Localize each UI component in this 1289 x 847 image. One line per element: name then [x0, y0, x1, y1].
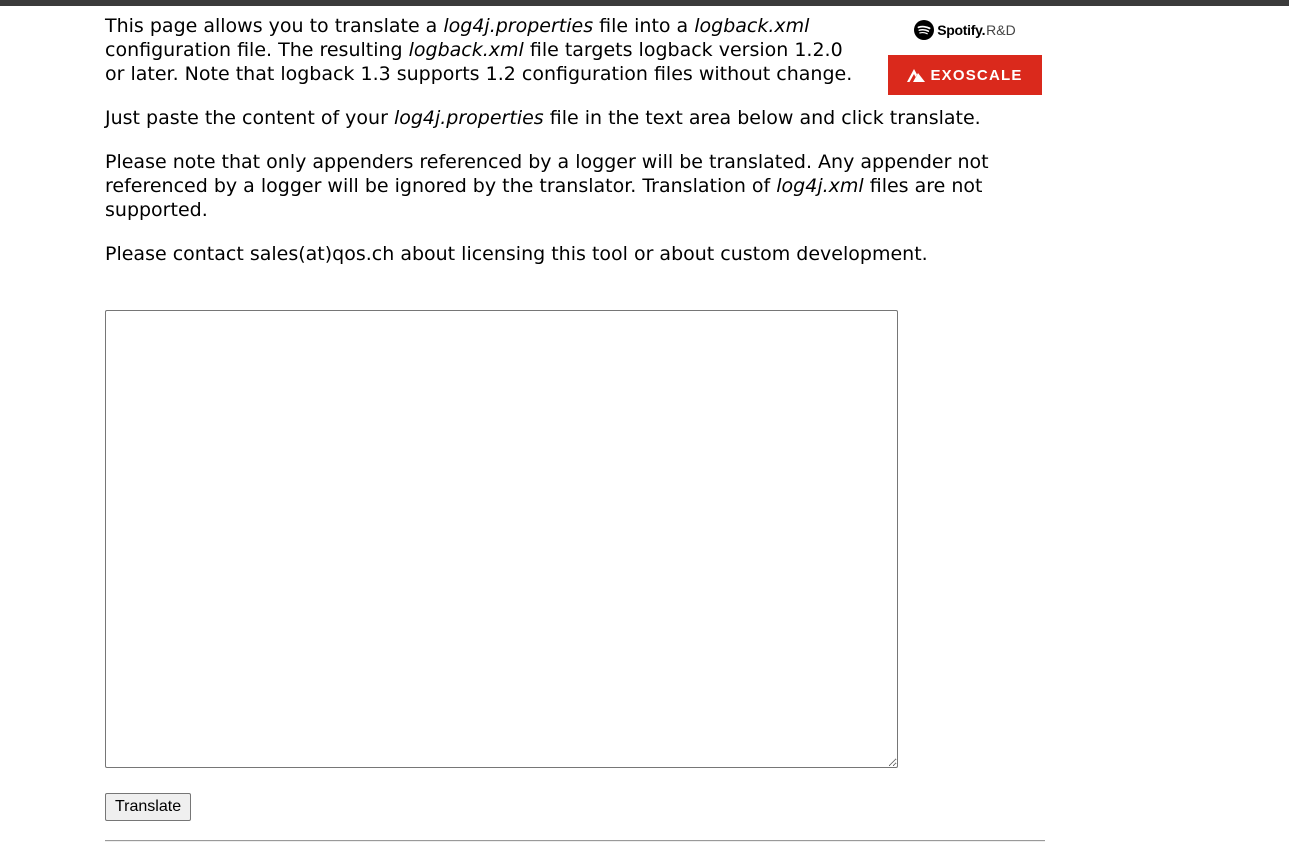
intro-text: configuration file. The resulting	[105, 39, 409, 61]
horizontal-divider	[105, 840, 1045, 842]
logback-xml-filename: logback.xml	[408, 39, 524, 61]
top-bar	[0, 0, 1289, 6]
translate-button[interactable]: Translate	[105, 793, 192, 821]
spotify-sponsor[interactable]: Spotify. R&D	[888, 18, 1042, 42]
exoscale-name: EXOSCALE	[930, 66, 1023, 84]
spotify-name: Spotify.	[937, 22, 986, 38]
spotify-logo: Spotify.	[914, 20, 985, 40]
paste-text: file in the text area below and click tr…	[543, 107, 981, 129]
logback-xml-filename: logback.xml	[694, 15, 810, 37]
spotify-rd-label: R&D	[986, 22, 1016, 38]
paste-instructions: Just paste the content of your log4j.pro…	[105, 106, 1045, 130]
intro-text: file into a	[593, 15, 695, 37]
intro-paragraph: This page allows you to translate a log4…	[105, 14, 865, 86]
log4j-properties-filename: log4j.properties	[393, 107, 544, 129]
exoscale-sponsor[interactable]: EXOSCALE	[888, 55, 1042, 95]
paste-text: Just paste the content of your	[105, 107, 394, 129]
exoscale-mountain-icon	[907, 69, 926, 82]
sponsor-logos: Spotify. R&D EXOSCALE	[888, 18, 1042, 95]
log4j-properties-filename: log4j.properties	[443, 15, 594, 37]
spotify-icon	[914, 20, 935, 40]
log4j-input-textarea[interactable]	[105, 310, 898, 768]
log4j-xml-filename: log4j.xml	[776, 175, 864, 197]
intro-text: This page allows you to translate a	[105, 15, 444, 37]
contact-note: Please contact sales(at)qos.ch about lic…	[105, 243, 928, 265]
appender-note: Please note that only appenders referenc…	[105, 150, 1045, 222]
